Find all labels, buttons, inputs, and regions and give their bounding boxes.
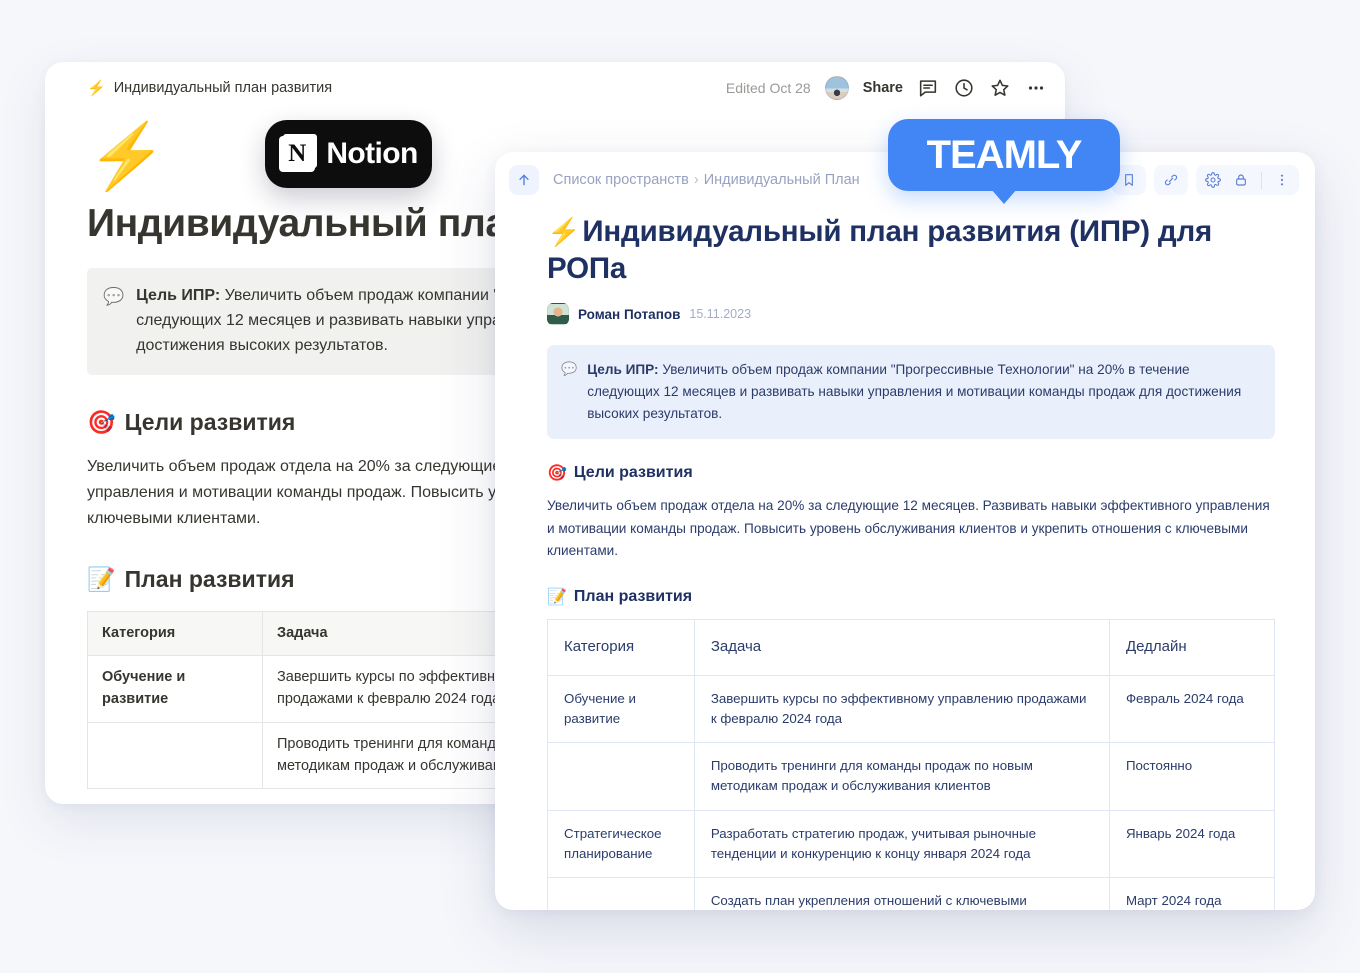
- cell-category: Обучение и развитие: [547, 674, 695, 744]
- lightning-bolt-icon: ⚡: [87, 79, 106, 97]
- cell-task: Проводить тренинги для команды продаж по…: [693, 742, 1110, 811]
- table-row: Стратегическое планирование Разработать …: [547, 809, 1276, 878]
- lightning-bolt-icon: ⚡: [547, 217, 581, 247]
- document-author: Роман Потапов 15.11.2023: [547, 303, 1275, 326]
- speech-bubble-icon: 💬: [561, 361, 578, 377]
- notion-breadcrumb[interactable]: ⚡ Индивидуальный план развития: [87, 80, 332, 96]
- section-heading-goals-label: Цели развития: [124, 408, 296, 435]
- notion-breadcrumb-title: Индивидуальный план развития: [113, 80, 333, 96]
- cell-task: Создать план укрепления отношений с ключ…: [693, 876, 1110, 910]
- comment-icon[interactable]: [917, 77, 939, 99]
- link-icon[interactable]: [1154, 165, 1188, 195]
- callout-text: Цель ИПР: Увеличить объем продаж компани…: [587, 359, 1259, 425]
- section-heading-plan: 📝 План развития: [547, 587, 1275, 607]
- cell-category: [87, 721, 263, 790]
- cell-task: Завершить курсы по эффективному управлен…: [693, 674, 1110, 744]
- toolbar-divider: [1261, 171, 1262, 189]
- memo-icon: 📝: [87, 565, 116, 592]
- cell-category: Стратегическое планирование: [547, 809, 695, 878]
- more-vertical-icon[interactable]: [1274, 172, 1290, 188]
- history-clock-icon[interactable]: [953, 77, 975, 99]
- notion-logo-badge: N Notion: [265, 120, 432, 188]
- page-title-text: Индивидуальный план развития (ИПР) для Р…: [547, 215, 1212, 285]
- teamly-plan-table: Категория Задача Дедлайн Обучение и разв…: [547, 618, 1276, 910]
- more-options-icon[interactable]: [1025, 77, 1047, 99]
- target-icon: 🎯: [547, 465, 567, 483]
- page-title[interactable]: ⚡Индивидуальный план развития (ИПР) для …: [547, 214, 1275, 287]
- table-row: Проводить тренинги для команды продаж по…: [547, 742, 1276, 811]
- section-heading-plan-label: План развития: [124, 565, 295, 592]
- cell-category: [547, 742, 695, 811]
- notion-edited-label: Edited Oct 28: [725, 80, 811, 96]
- avatar[interactable]: [547, 303, 569, 326]
- section-heading-goals: 🎯 Цели развития: [547, 463, 1275, 483]
- share-button[interactable]: Share: [863, 80, 903, 96]
- teamly-toolbar-group: [1196, 165, 1299, 195]
- column-header-deadline: Дедлайн: [1108, 618, 1276, 676]
- teamly-toolbar: [1112, 165, 1299, 195]
- cell-category: [547, 876, 695, 910]
- speech-bubble-icon: 💬: [103, 287, 125, 306]
- author-date: 15.11.2023: [689, 307, 752, 322]
- breadcrumb-separator: ›: [693, 172, 699, 188]
- teamly-document-body: ⚡Индивидуальный план развития (ИПР) для …: [495, 208, 1315, 910]
- lock-icon[interactable]: [1233, 172, 1249, 188]
- notion-wordmark: Notion: [326, 137, 418, 170]
- cell-deadline: Февраль 2024 года: [1108, 674, 1276, 744]
- teamly-window: Список пространств› Индивидуальный План: [495, 152, 1315, 910]
- author-name: Роман Потапов: [578, 306, 681, 322]
- breadcrumb-root[interactable]: Список пространств: [553, 172, 689, 188]
- teamly-logo-badge: TEAMLY: [888, 119, 1120, 191]
- target-icon: 🎯: [87, 408, 116, 435]
- column-header-category: Категория: [87, 610, 263, 657]
- callout-body: Увеличить объем продаж компании "Прогрес…: [587, 362, 1242, 422]
- section-heading-plan-label: План развития: [573, 587, 693, 605]
- cell-deadline: Январь 2024 года: [1108, 809, 1276, 878]
- column-header-task: Задача: [693, 618, 1110, 676]
- avatar[interactable]: [824, 76, 849, 100]
- section-heading-goals-label: Цели развития: [573, 464, 693, 482]
- screenshot-stage: ⚡ Индивидуальный план развития Edited Oc…: [0, 0, 1360, 973]
- callout-label: Цель ИПР:: [587, 362, 659, 378]
- cell-category: Обучение и развитие: [87, 655, 263, 723]
- goals-paragraph: Увеличить объем продаж отдела на 20% за …: [547, 498, 1270, 559]
- teamly-wordmark: TEAMLY: [926, 132, 1083, 177]
- gear-icon[interactable]: [1205, 172, 1221, 188]
- callout-label: Цель ИПР:: [136, 287, 221, 304]
- breadcrumb[interactable]: Список пространств › Индивидуальный План: [553, 172, 860, 188]
- notion-toolbar: Edited Oct 28 Share: [726, 76, 1047, 100]
- table-row: Обучение и развитие Завершить курсы по э…: [547, 674, 1276, 744]
- notion-topbar: ⚡ Индивидуальный план развития Edited Oc…: [45, 62, 1065, 114]
- arrow-up-icon[interactable]: [509, 165, 539, 195]
- column-header-category: Категория: [547, 618, 695, 676]
- star-icon[interactable]: [989, 77, 1011, 99]
- notion-logo-mark: N: [279, 136, 316, 172]
- cell-deadline: Март 2024 года: [1108, 876, 1276, 910]
- cell-deadline: Постоянно: [1108, 742, 1276, 811]
- breadcrumb-current[interactable]: Индивидуальный План: [704, 172, 860, 188]
- table-row: Создать план укрепления отношений с ключ…: [547, 876, 1276, 910]
- memo-icon: 📝: [547, 588, 567, 606]
- callout-block: 💬 Цель ИПР: Увеличить объем продаж компа…: [547, 345, 1275, 440]
- cell-task: Разработать стратегию продаж, учитывая р…: [693, 809, 1110, 878]
- table-header-row: Категория Задача Дедлайн: [547, 618, 1276, 676]
